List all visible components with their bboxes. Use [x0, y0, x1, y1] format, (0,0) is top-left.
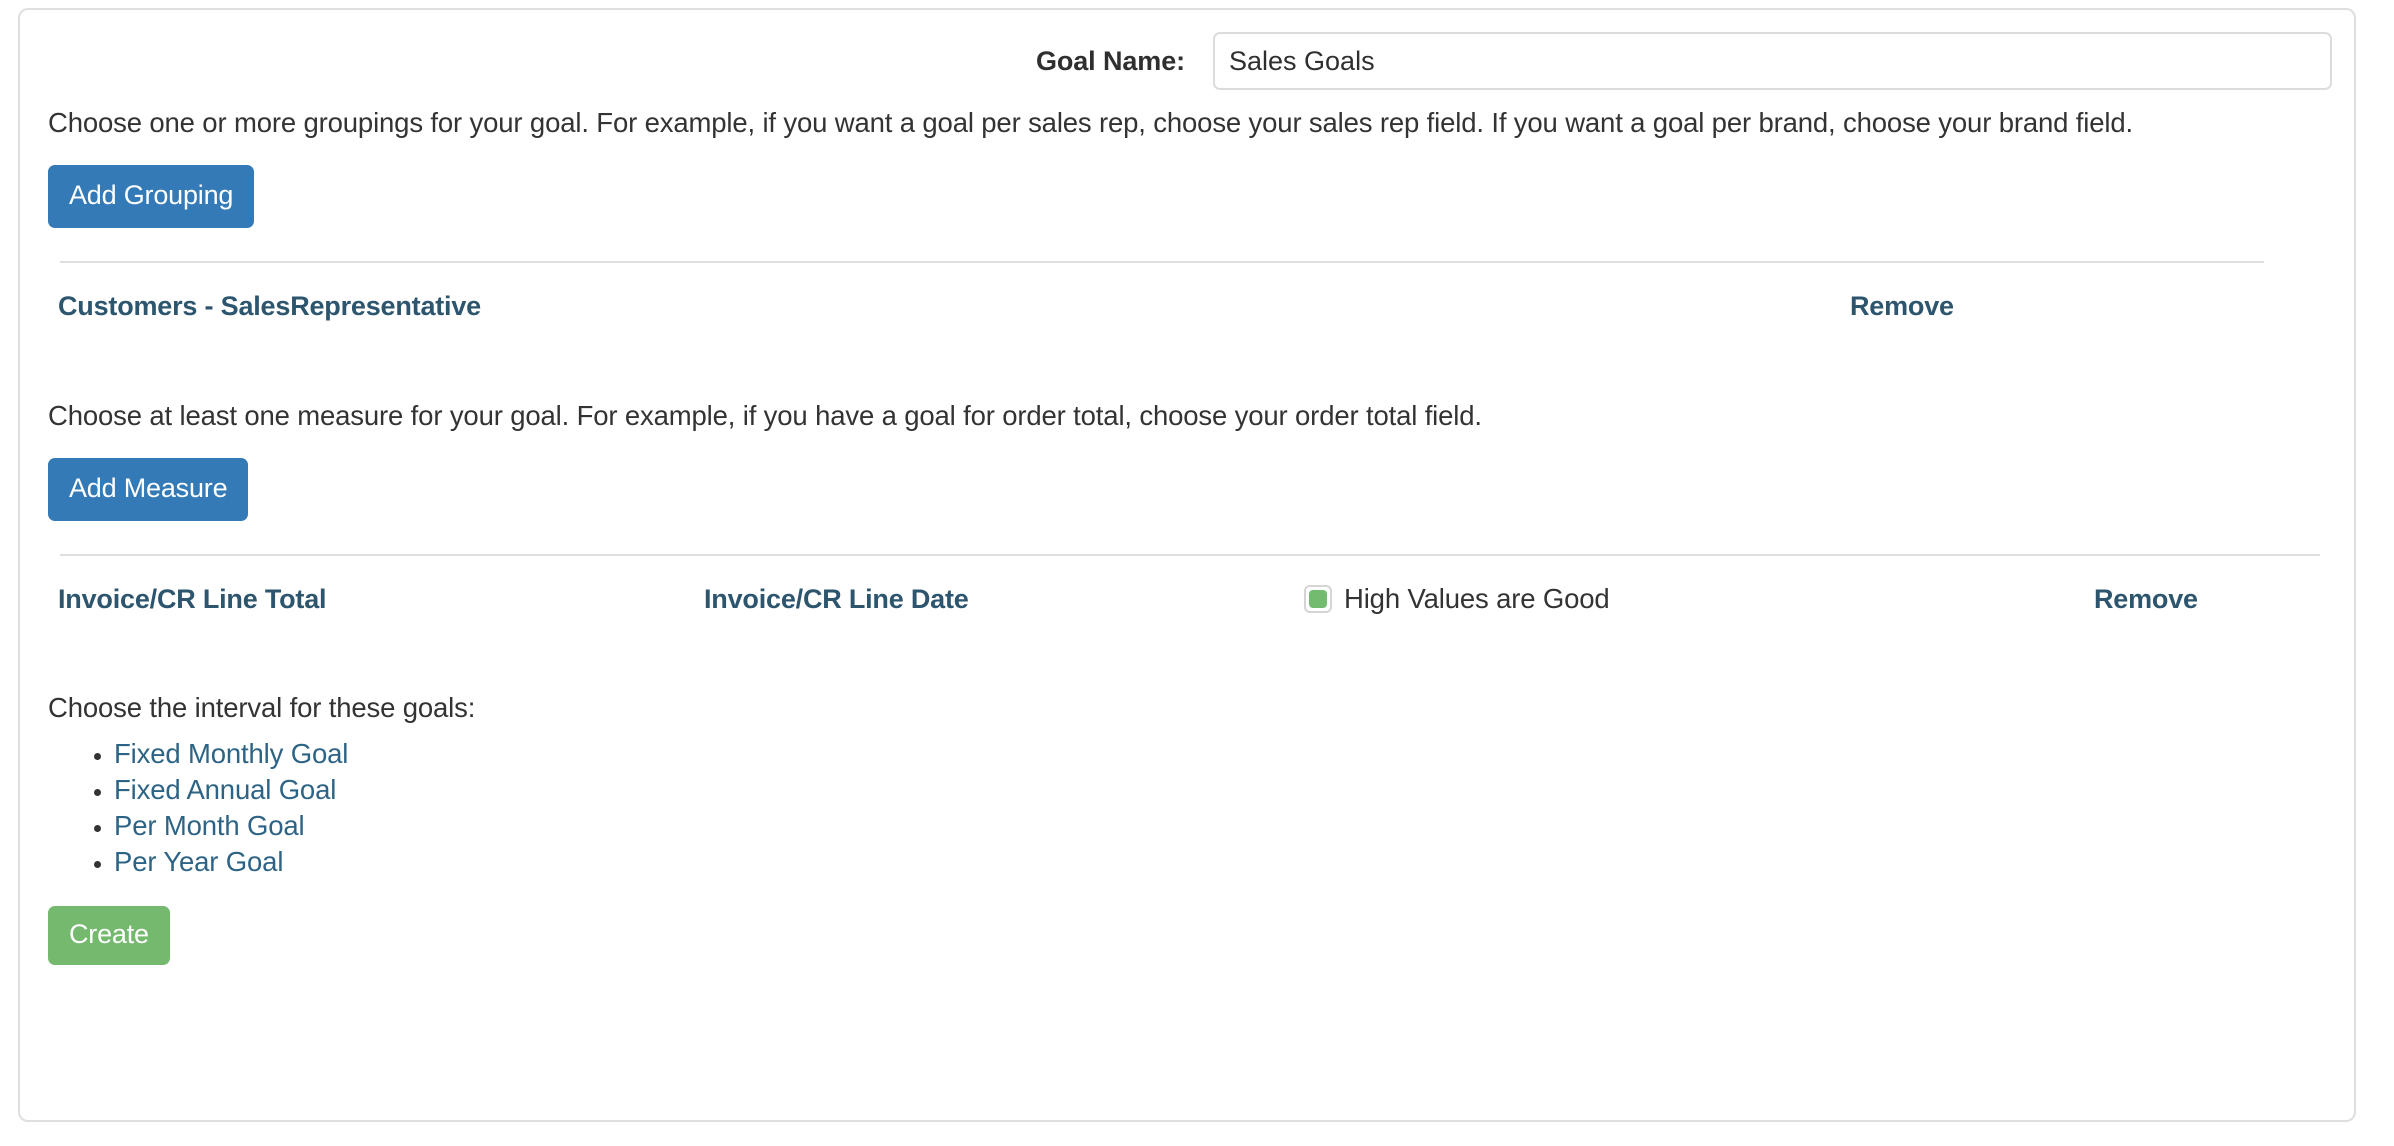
list-item: Per Year Goal	[114, 848, 2332, 876]
create-button-wrap: Create	[42, 905, 2332, 965]
create-button[interactable]: Create	[48, 905, 170, 965]
interval-options-list: Fixed Monthly Goal Fixed Annual Goal Per…	[42, 740, 2332, 876]
goal-name-row: Goal Name:	[42, 10, 2332, 94]
interval-option-per-year-goal[interactable]: Per Year Goal	[114, 846, 283, 877]
list-item: Fixed Annual Goal	[114, 776, 2332, 804]
interval-option-per-month-goal[interactable]: Per Month Goal	[114, 810, 305, 841]
high-values-checkbox-label: High Values are Good	[1344, 583, 1610, 614]
grouping-description: Choose one or more groupings for your go…	[48, 107, 2133, 138]
goal-name-input[interactable]	[1213, 32, 2332, 90]
interval-heading: Choose the interval for these goals:	[48, 692, 476, 723]
goal-builder-card: Goal Name: Choose one or more groupings …	[18, 8, 2356, 1122]
measure-date-field-label: Invoice/CR Line Date	[704, 584, 969, 614]
page-root: Goal Name: Choose one or more groupings …	[0, 0, 2394, 1146]
high-values-are-good-control[interactable]: High Values are Good	[1304, 582, 1610, 616]
checkbox-checked-icon	[1309, 590, 1327, 608]
measure-value-field-label: Invoice/CR Line Total	[58, 584, 327, 614]
measure-row: Invoice/CR Line Total Invoice/CR Line Da…	[42, 582, 2332, 640]
grouping-divider	[60, 261, 2264, 263]
measure-remove-link[interactable]: Remove	[2094, 582, 2198, 616]
add-grouping-button-wrap: Add Grouping	[42, 165, 2332, 228]
add-measure-button-wrap: Add Measure	[42, 458, 2332, 521]
interval-option-fixed-monthly-goal[interactable]: Fixed Monthly Goal	[114, 738, 348, 769]
grouping-remove-link[interactable]: Remove	[1850, 289, 1954, 323]
measure-divider	[60, 554, 2320, 556]
high-values-checkbox[interactable]	[1304, 585, 1332, 613]
list-item: Fixed Monthly Goal	[114, 740, 2332, 768]
goal-name-label: Goal Name:	[1035, 45, 1185, 76]
interval-option-fixed-annual-goal[interactable]: Fixed Annual Goal	[114, 774, 336, 805]
grouping-row: Customers - SalesRepresentative Remove	[42, 289, 2332, 347]
list-item: Per Month Goal	[114, 812, 2332, 840]
measure-description: Choose at least one measure for your goa…	[48, 400, 1482, 431]
grouping-field-label: Customers - SalesRepresentative	[58, 291, 481, 321]
add-grouping-button[interactable]: Add Grouping	[48, 165, 255, 228]
add-measure-button[interactable]: Add Measure	[48, 458, 249, 521]
